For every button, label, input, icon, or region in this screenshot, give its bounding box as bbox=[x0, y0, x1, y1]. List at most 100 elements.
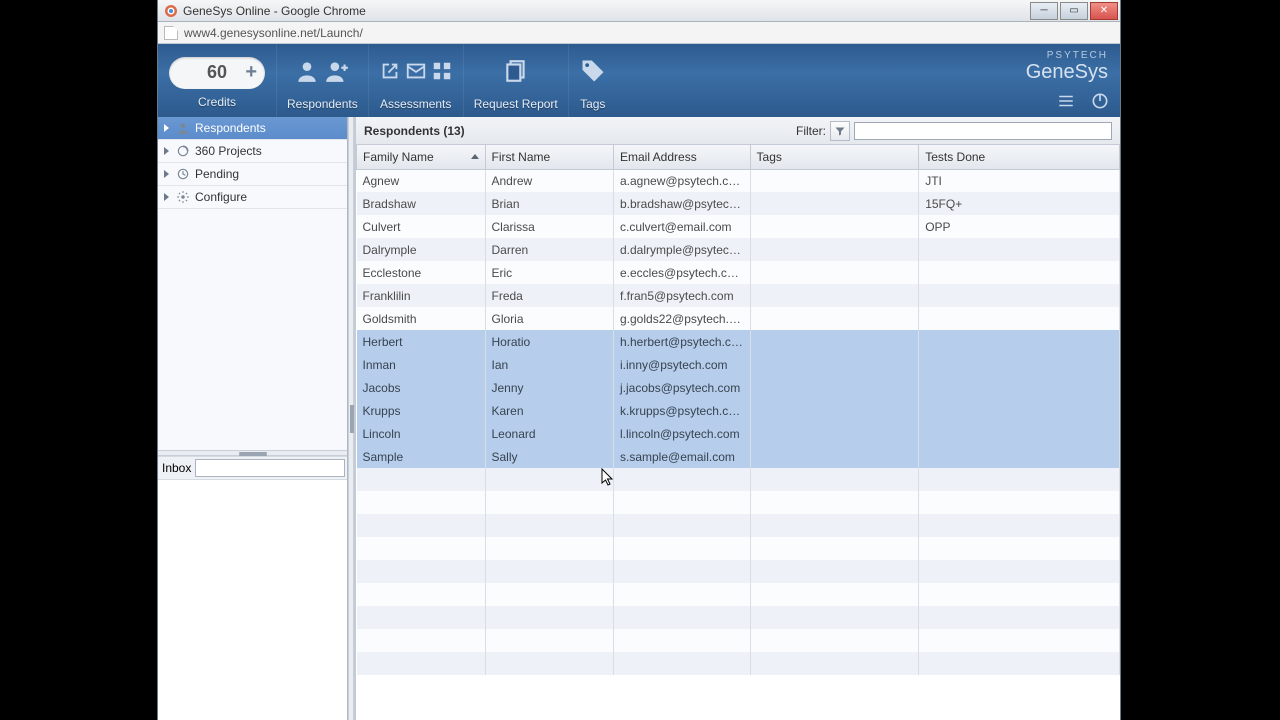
table-row-empty bbox=[357, 560, 1120, 583]
cell-tests bbox=[919, 284, 1120, 307]
cell-tags bbox=[750, 376, 919, 399]
app-favicon bbox=[164, 4, 178, 18]
window-minimize-button[interactable]: ─ bbox=[1030, 2, 1058, 20]
table-row[interactable]: BradshawBrianb.bradshaw@psytech.com15FQ+ bbox=[357, 192, 1120, 215]
cell-family: Krupps bbox=[357, 399, 486, 422]
cell-family: Jacobs bbox=[357, 376, 486, 399]
cell-email: s.sample@email.com bbox=[614, 445, 751, 468]
tag-icon bbox=[579, 57, 607, 85]
360-projects-icon bbox=[175, 143, 191, 159]
cell-tags bbox=[750, 422, 919, 445]
sidebar-item-respondents[interactable]: Respondents bbox=[158, 117, 347, 140]
window-close-button[interactable]: ✕ bbox=[1090, 2, 1118, 20]
cell-family: Inman bbox=[357, 353, 486, 376]
url-text: www4.genesysonline.net/Launch/ bbox=[184, 26, 363, 40]
table-row[interactable]: DalrympleDarrend.dalrymple@psytech.com bbox=[357, 238, 1120, 261]
column-header-tags[interactable]: Tags bbox=[750, 145, 919, 169]
cell-tests bbox=[919, 376, 1120, 399]
table-row[interactable]: GoldsmithGloriag.golds22@psytech.com bbox=[357, 307, 1120, 330]
toolbar-label: Respondents bbox=[287, 97, 358, 111]
toolbar-label: Tags bbox=[580, 97, 605, 111]
cell-family: Herbert bbox=[357, 330, 486, 353]
cell-family: Sample bbox=[357, 445, 486, 468]
cell-tests bbox=[919, 445, 1120, 468]
cell-tests bbox=[919, 399, 1120, 422]
cell-tags bbox=[750, 353, 919, 376]
inbox-toolbar: Inbox bbox=[158, 456, 347, 480]
sidebar-item-label: 360 Projects bbox=[195, 144, 262, 158]
cell-first: Sally bbox=[485, 445, 614, 468]
sidebar-item-360-projects[interactable]: 360 Projects bbox=[158, 140, 347, 163]
table-row[interactable]: EcclestoneErice.eccles@psytech.com bbox=[357, 261, 1120, 284]
inbox-search-input[interactable] bbox=[195, 459, 345, 477]
sidebar-item-label: Respondents bbox=[195, 121, 266, 135]
toolbar-label: Assessments bbox=[380, 97, 451, 111]
toolbar-tags[interactable]: Tags bbox=[568, 44, 617, 117]
sidebar-item-pending[interactable]: Pending bbox=[158, 163, 347, 186]
cell-email: j.jacobs@psytech.com bbox=[614, 376, 751, 399]
respondents-icon bbox=[175, 120, 191, 136]
documents-icon bbox=[503, 57, 529, 85]
brand-logo: PSYTECH GeneSys bbox=[1026, 50, 1108, 84]
window-title: GeneSys Online - Google Chrome bbox=[183, 4, 1030, 18]
menu-icon[interactable] bbox=[1056, 92, 1076, 110]
cell-tags bbox=[750, 307, 919, 330]
cell-first: Clarissa bbox=[485, 215, 614, 238]
filter-button[interactable] bbox=[830, 121, 850, 141]
inbox-label: Inbox bbox=[162, 461, 191, 475]
cell-email: c.culvert@email.com bbox=[614, 215, 751, 238]
cell-tags bbox=[750, 192, 919, 215]
cell-family: Ecclestone bbox=[357, 261, 486, 284]
column-header-tests[interactable]: Tests Done bbox=[919, 145, 1120, 169]
column-header-first[interactable]: First Name bbox=[485, 145, 614, 169]
toolbar-respondents[interactable]: Respondents bbox=[276, 44, 368, 117]
toolbar-assessments[interactable]: Assessments bbox=[368, 44, 463, 117]
app-header: 60 + Credits Respondents Assessments bbox=[158, 44, 1120, 117]
person-add-icon bbox=[324, 58, 350, 84]
table-row[interactable]: SampleSallys.sample@email.com bbox=[357, 445, 1120, 468]
cell-email: b.bradshaw@psytech.com bbox=[614, 192, 751, 215]
table-row[interactable]: HerbertHoratioh.herbert@psytech.com bbox=[357, 330, 1120, 353]
cell-tests: 15FQ+ bbox=[919, 192, 1120, 215]
credits-widget[interactable]: 60 + Credits bbox=[158, 44, 276, 117]
table-row[interactable]: FranklilinFredaf.fran5@psytech.com bbox=[357, 284, 1120, 307]
browser-addressbar[interactable]: www4.genesysonline.net/Launch/ bbox=[158, 22, 1120, 44]
table-row[interactable]: AgnewAndrewa.agnew@psytech.comJTI bbox=[357, 169, 1120, 192]
filter-input[interactable] bbox=[854, 122, 1112, 140]
launch-icon bbox=[379, 60, 401, 82]
pending-icon bbox=[175, 166, 191, 182]
mail-icon bbox=[405, 60, 427, 82]
column-header-email[interactable]: Email Address bbox=[614, 145, 751, 169]
cell-email: a.agnew@psytech.com bbox=[614, 169, 751, 192]
sidebar-item-configure[interactable]: Configure bbox=[158, 186, 347, 209]
sidebar-item-label: Configure bbox=[195, 190, 247, 204]
cell-first: Eric bbox=[485, 261, 614, 284]
window-maximize-button[interactable]: ▭ bbox=[1060, 2, 1088, 20]
cell-tags bbox=[750, 330, 919, 353]
cell-first: Andrew bbox=[485, 169, 614, 192]
table-row-empty bbox=[357, 629, 1120, 652]
cell-first: Horatio bbox=[485, 330, 614, 353]
cell-tests bbox=[919, 422, 1120, 445]
cell-family: Franklilin bbox=[357, 284, 486, 307]
table-row-empty bbox=[357, 652, 1120, 675]
respondents-grid[interactable]: Family NameFirst NameEmail AddressTagsTe… bbox=[356, 145, 1120, 720]
table-row-empty bbox=[357, 583, 1120, 606]
cell-tests: JTI bbox=[919, 169, 1120, 192]
power-icon[interactable] bbox=[1090, 91, 1110, 111]
table-row[interactable]: JacobsJennyj.jacobs@psytech.com bbox=[357, 376, 1120, 399]
table-row[interactable]: KruppsKarenk.krupps@psytech.com bbox=[357, 399, 1120, 422]
column-header-family[interactable]: Family Name bbox=[357, 145, 486, 169]
toolbar-request-report[interactable]: Request Report bbox=[463, 44, 568, 117]
cell-tags bbox=[750, 261, 919, 284]
add-credits-icon[interactable]: + bbox=[245, 61, 257, 84]
table-row[interactable]: CulvertClarissac.culvert@email.comOPP bbox=[357, 215, 1120, 238]
table-row[interactable]: InmanIani.inny@psytech.com bbox=[357, 353, 1120, 376]
cell-family: Culvert bbox=[357, 215, 486, 238]
filter-icon bbox=[834, 125, 846, 137]
cell-tags bbox=[750, 445, 919, 468]
toolbar-label: Request Report bbox=[474, 97, 558, 111]
table-row[interactable]: LincolnLeonardl.lincoln@psytech.com bbox=[357, 422, 1120, 445]
cell-email: f.fran5@psytech.com bbox=[614, 284, 751, 307]
cell-first: Freda bbox=[485, 284, 614, 307]
